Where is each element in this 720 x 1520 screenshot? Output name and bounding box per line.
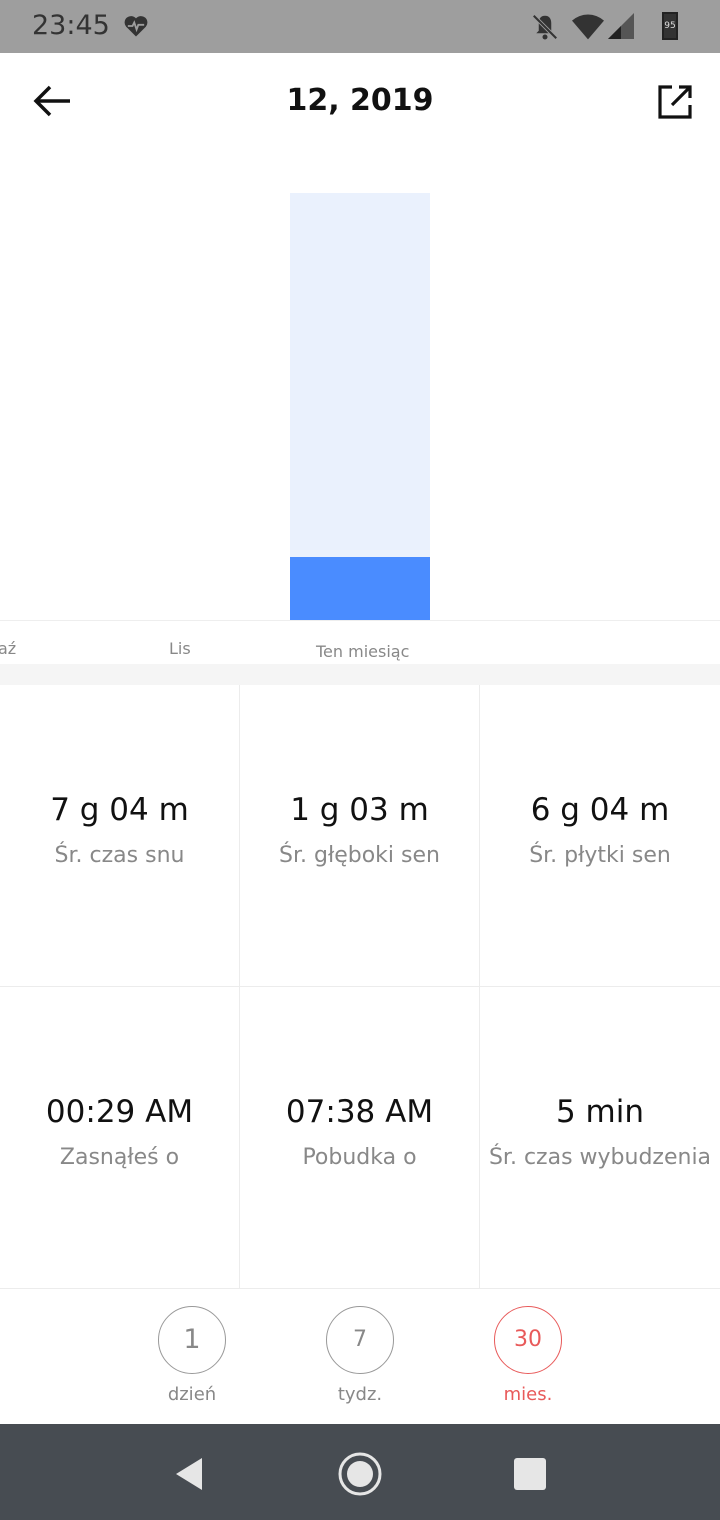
section-divider: [0, 664, 720, 685]
stat-label: Śr. czas wybudzenia: [488, 1145, 712, 1170]
stat-label: Śr. głęboki sen: [279, 843, 440, 868]
period-number: 7: [326, 1306, 394, 1374]
stat-fell-asleep-at: 00:29 AM Zasnąłeś o: [0, 987, 240, 1289]
stat-woke-up-at: 07:38 AM Pobudka o: [240, 987, 480, 1289]
heart-rate-icon: [124, 16, 148, 37]
period-selector: 1 dzień 7 tydz. 30 mies.: [0, 1290, 720, 1424]
stat-label: Śr. płytki sen: [529, 843, 671, 868]
stat-avg-sleep-time: 7 g 04 m Śr. czas snu: [0, 685, 240, 987]
status-time: 23:45: [32, 10, 110, 41]
stat-value: 5 min: [555, 1094, 645, 1130]
period-tab-week[interactable]: 7 tydz.: [305, 1306, 415, 1416]
axis-label-november[interactable]: Lis: [169, 639, 191, 658]
recents-square-icon[interactable]: [506, 1450, 554, 1498]
axis-label-previous[interactable]: aź: [0, 639, 16, 658]
bar-deep-sleep-2[interactable]: [290, 557, 430, 620]
stat-value: 7 g 04 m: [50, 792, 189, 828]
system-nav-bar: [0, 1424, 720, 1520]
stat-label: Pobudka o: [302, 1145, 417, 1170]
app-bar: 12, 2019: [0, 53, 720, 148]
share-icon[interactable]: [652, 79, 696, 123]
battery-level: 95: [664, 21, 676, 31]
axis-label-this-month[interactable]: Ten miesiąc: [316, 642, 409, 661]
stat-avg-deep-sleep: 1 g 03 m Śr. głęboki sen: [240, 685, 480, 987]
stat-value: 6 g 04 m: [530, 792, 670, 828]
stat-value: 00:29 AM: [45, 1094, 194, 1130]
stat-avg-light-sleep: 6 g 04 m Śr. płytki sen: [480, 685, 720, 987]
notifications-off-icon: [532, 14, 558, 40]
period-label: tydz.: [337, 1384, 383, 1405]
stat-label: Śr. czas snu: [54, 843, 185, 868]
stat-avg-awake-time: 5 min Śr. czas wybudzenia: [480, 987, 720, 1289]
bar-light-sleep-2[interactable]: [290, 193, 430, 557]
battery-icon: 95: [662, 12, 678, 40]
stat-value: 1 g 03 m: [290, 792, 429, 828]
period-label: mies.: [503, 1384, 553, 1405]
period-tab-day[interactable]: 1 dzień: [137, 1306, 247, 1416]
status-bar: 23:45 95: [0, 0, 720, 53]
period-number: 1: [158, 1306, 226, 1374]
sleep-bar-chart: [290, 193, 430, 620]
period-label: dzień: [167, 1384, 217, 1405]
stat-label: Zasnąłeś o: [59, 1145, 180, 1170]
period-number: 30: [494, 1306, 562, 1374]
chart-x-axis: aź Lis Ten miesiąc: [0, 620, 720, 666]
signal-icon: [608, 13, 634, 39]
page-title: 12, 2019: [286, 83, 434, 118]
period-tab-month[interactable]: 30 mies.: [473, 1306, 583, 1416]
wifi-icon: [572, 14, 604, 40]
stat-value: 07:38 AM: [285, 1094, 434, 1130]
home-circle-icon[interactable]: [336, 1450, 384, 1498]
stats-grid: 7 g 04 m Śr. czas snu 1 g 03 m Śr. głębo…: [0, 685, 720, 1289]
back-triangle-icon[interactable]: [166, 1450, 214, 1498]
sleep-chart: [0, 150, 720, 620]
